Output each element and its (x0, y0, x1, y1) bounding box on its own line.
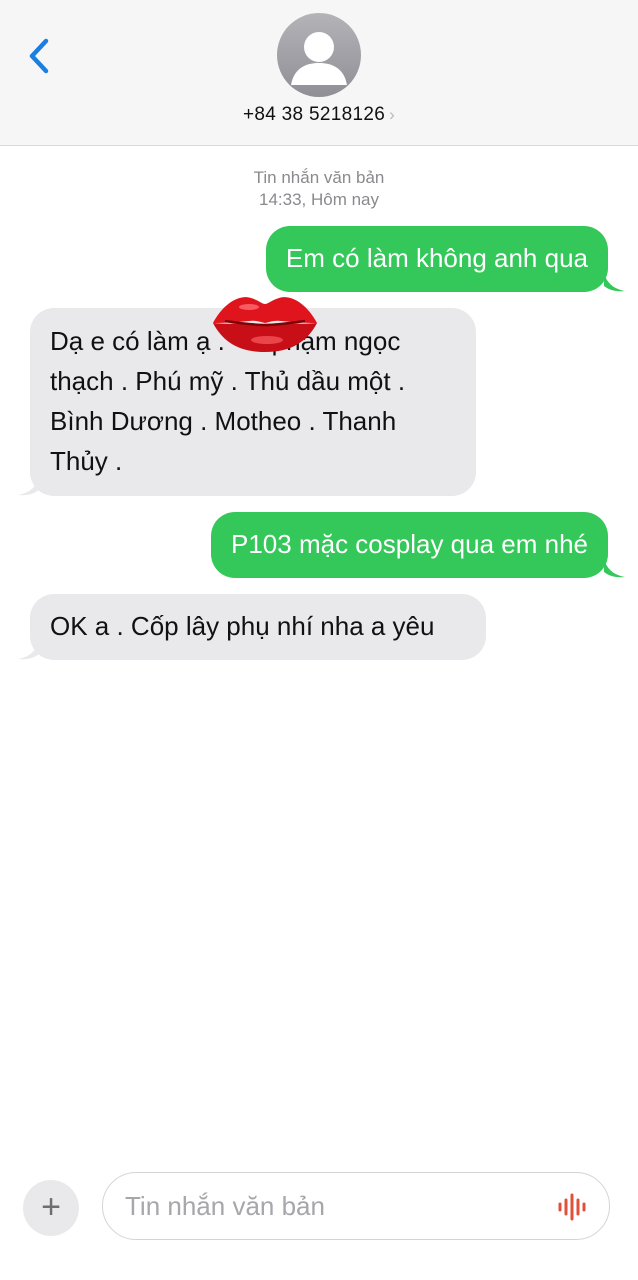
bubble-tail (18, 642, 39, 660)
bubble-tail (18, 478, 39, 496)
outgoing-message[interactable]: P103 mặc cosplay qua em nhé (211, 512, 608, 578)
conversation-header: +84 38 5218126 › (0, 0, 638, 146)
waveform-icon[interactable] (556, 1193, 590, 1221)
message-input[interactable] (102, 1172, 610, 1240)
add-attachment-button[interactable]: + (23, 1180, 79, 1236)
message-type-label: Tin nhắn văn bản (253, 168, 385, 187)
contact-avatar[interactable] (277, 13, 361, 97)
contact-number: +84 38 5218126 (242, 104, 386, 125)
bubble-tail (604, 560, 625, 578)
back-chevron-icon[interactable] (22, 36, 58, 76)
contact-name-button[interactable]: +84 38 5218126 › (0, 104, 638, 126)
incoming-message[interactable]: OK a . Cốp lây phụ nhí nha a yêu (30, 594, 486, 660)
outgoing-message[interactable]: Em có làm không anh qua (265, 226, 608, 292)
person-icon (291, 32, 347, 85)
chevron-right-icon: › (389, 105, 396, 124)
message-composer: + (0, 1160, 638, 1280)
lips-icon (213, 297, 317, 352)
bubble-tail (604, 274, 625, 292)
message-timestamp: 14:33, Hôm nay (258, 190, 379, 209)
